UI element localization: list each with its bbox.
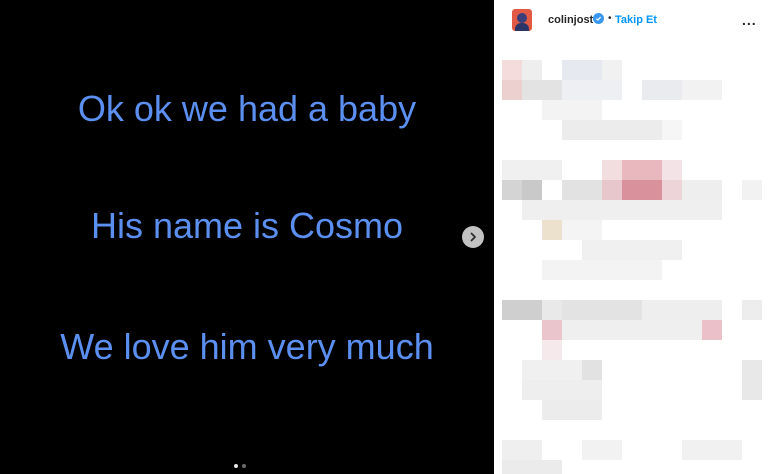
pixel-block (522, 200, 722, 220)
pixel-block (602, 60, 622, 80)
follow-button[interactable]: Takip Et (615, 14, 657, 26)
pixel-block (562, 320, 702, 340)
pixel-block (622, 160, 662, 180)
pixel-block (742, 180, 762, 200)
post-header: colinjost • Takip Et ... (494, 0, 770, 40)
pixel-block (542, 300, 562, 320)
pixel-block (682, 80, 722, 100)
pixel-block (642, 300, 722, 320)
pixel-block (502, 180, 522, 200)
pixel-block (542, 220, 562, 240)
pixel-block (502, 60, 522, 80)
pixel-block (682, 180, 722, 200)
pixel-block (742, 360, 762, 400)
pixel-block (682, 440, 742, 460)
caption-line-1: Ok ok we had a baby (77, 88, 417, 129)
pixel-block (582, 240, 682, 260)
pixel-block (502, 440, 542, 460)
chevron-right-icon (470, 232, 476, 242)
pixel-block (542, 260, 662, 280)
post-sidebar: colinjost • Takip Et ... (494, 0, 770, 474)
pixel-block (562, 220, 602, 240)
pixel-block (622, 180, 662, 200)
pixel-block (542, 100, 602, 120)
pixel-block (562, 80, 622, 100)
pixel-block (742, 300, 762, 320)
pixel-block (702, 320, 722, 340)
pixel-block (542, 340, 562, 360)
pixel-block (502, 300, 542, 320)
pixel-block (582, 440, 622, 460)
pixel-block (502, 460, 562, 474)
carousel-dot-active (234, 464, 238, 468)
avatar[interactable] (512, 9, 532, 31)
pixel-block (522, 180, 542, 200)
pixel-block (522, 360, 582, 380)
pixel-block (562, 60, 602, 80)
caption-line-3: We love him very much (60, 326, 434, 367)
pixel-block (502, 160, 562, 180)
pixel-block (542, 320, 562, 340)
username-link[interactable]: colinjost (548, 14, 593, 26)
more-options-icon[interactable]: ... (742, 12, 757, 28)
carousel-indicator (234, 464, 246, 468)
pixelated-comments (494, 40, 770, 474)
pixel-block (602, 180, 622, 200)
pixel-block (522, 80, 562, 100)
pixel-block (522, 380, 602, 400)
carousel-dot (242, 464, 246, 468)
pixel-block (542, 400, 602, 420)
next-slide-button[interactable] (462, 226, 484, 248)
pixel-block (662, 160, 682, 180)
pixel-block (582, 360, 602, 380)
pixel-block (662, 180, 682, 200)
pixel-block (562, 180, 602, 200)
caption-line-2: His name is Cosmo (90, 205, 404, 246)
post-media: Ok ok we had a baby His name is Cosmo We… (0, 0, 494, 474)
pixel-block (662, 120, 682, 140)
pixel-block (562, 300, 642, 320)
verified-badge-icon (593, 13, 604, 24)
pixel-block (642, 80, 682, 100)
pixel-block (602, 160, 622, 180)
instagram-post-viewer: Ok ok we had a baby His name is Cosmo We… (0, 0, 770, 474)
pixel-block (502, 80, 522, 100)
separator-dot: • (608, 13, 612, 24)
pixel-block (562, 120, 662, 140)
pixel-block (522, 60, 542, 80)
